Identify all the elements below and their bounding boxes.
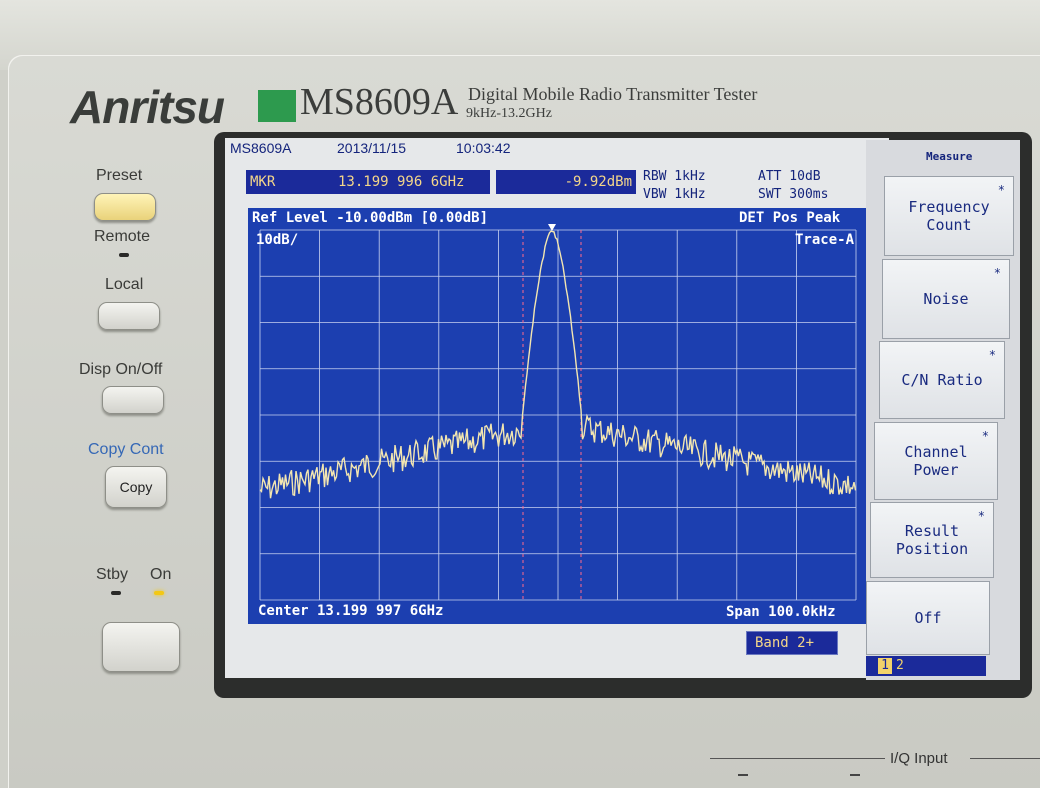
model-description: Digital Mobile Radio Transmitter Tester [468, 84, 758, 104]
screen-time: 10:03:42 [456, 140, 511, 156]
softkey-result-position[interactable]: * Result Position [870, 502, 994, 578]
frequency-span: Span 100.0kHz [726, 604, 836, 620]
softkey-frequency-count[interactable]: * Frequency Count [884, 176, 1014, 256]
softkey-noise[interactable]: * Noise [882, 259, 1010, 339]
screen-date: 2013/11/15 [337, 140, 407, 156]
trace-label: Trace-A [795, 232, 855, 248]
frequency-range: 9kHz-13.2GHz [466, 106, 552, 121]
softkey-page-1[interactable]: 1 [878, 658, 892, 674]
softkey-label-line2: Count [926, 216, 972, 234]
remote-led-icon [119, 253, 129, 257]
brand-square-icon [258, 90, 296, 122]
stby-label: Stby [96, 566, 129, 583]
disp-onoff-label: Disp On/Off [79, 361, 163, 378]
softkey-channel-power[interactable]: * Channel Power [874, 422, 998, 500]
softkey-label-line2: Power [913, 461, 959, 479]
screen-model: MS8609A [230, 140, 292, 156]
softkey-label-line2: Position [895, 540, 969, 558]
softkey-label: Result [904, 522, 960, 540]
att-readout: ATT 10dB [758, 169, 821, 184]
remote-label: Remote [94, 228, 151, 245]
disp-onoff-button[interactable] [102, 386, 164, 414]
brand-logo: Anritsu [70, 81, 225, 133]
band-indicator: Band 2+ [746, 631, 838, 655]
i-connector-marker-icon [738, 774, 748, 776]
q-connector-marker-icon [850, 774, 860, 776]
marker-label: MKR [250, 174, 276, 190]
model-name: MS8609A [300, 81, 459, 123]
iq-input-label: I/Q Input [890, 750, 948, 767]
graph-grid [259, 229, 857, 601]
softkey-star-icon: * [981, 429, 989, 443]
softkey-star-icon: * [993, 266, 1001, 280]
softkey-label: C/N Ratio [901, 371, 983, 389]
spectrum-graph [248, 208, 868, 624]
marker-frequency: 13.199 996 6GHz [338, 174, 465, 190]
center-frequency: Center 13.199 997 6GHz [258, 603, 444, 619]
power-on-led-icon [154, 591, 164, 595]
preset-button[interactable] [94, 193, 156, 221]
softkey-page-indicator: 1 2 [866, 656, 986, 676]
preset-label: Preset [96, 167, 143, 184]
ref-level: Ref Level -10.00dBm [0.00dB] [252, 210, 489, 226]
power-button[interactable] [102, 622, 180, 672]
softkey-menu-title: Measure [926, 150, 973, 163]
iq-divider-left [710, 758, 885, 759]
band-label: Band 2+ [755, 635, 815, 651]
softkey-label: Off [914, 609, 942, 627]
softkey-star-icon: * [997, 183, 1005, 197]
local-label: Local [105, 276, 144, 293]
softkey-label: Frequency [908, 198, 990, 216]
softkey-page-2[interactable]: 2 [896, 658, 904, 673]
iq-divider-right [970, 758, 1040, 759]
rbw-readout: RBW 1kHz [643, 169, 706, 184]
vbw-readout: VBW 1kHz [643, 187, 706, 202]
scale-per-div: 10dB/ [256, 232, 299, 248]
marker-box: MKR 13.199 996 6GHz [246, 170, 490, 194]
swt-readout: SWT 300ms [758, 187, 829, 202]
marker-level-box: -9.92dBm [496, 170, 636, 194]
on-label: On [150, 566, 172, 583]
spectrum-trace-canvas [259, 224, 857, 601]
softkey-label: Channel [904, 443, 968, 461]
softkey-star-icon: * [977, 509, 985, 523]
copy-cont-label: Copy Cont [88, 441, 164, 458]
detector-mode: DET Pos Peak [739, 210, 841, 226]
softkey-off[interactable]: Off [866, 581, 990, 655]
softkey-label: Noise [923, 290, 969, 308]
marker-level: -9.92dBm [564, 174, 632, 190]
softkey-star-icon: * [988, 348, 996, 362]
softkey-cn-ratio[interactable]: * C/N Ratio [879, 341, 1005, 419]
standby-led-icon [111, 591, 121, 595]
local-button[interactable] [98, 302, 160, 330]
copy-button[interactable]: Copy [105, 466, 167, 508]
